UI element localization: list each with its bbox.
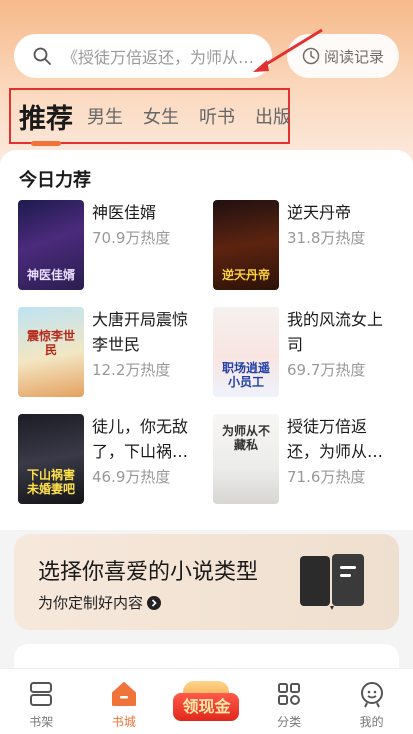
- book-heat: 69.7万热度: [287, 361, 366, 379]
- tab-recommend[interactable]: 推荐: [19, 97, 73, 146]
- book-cover: 职场逍遥小员工: [213, 307, 279, 397]
- nav-cash-reward[interactable]: 领现金: [165, 669, 248, 734]
- nav-profile[interactable]: 我的: [330, 669, 413, 734]
- book-item[interactable]: 震惊李世民 大唐开局震惊李世民 12.2万热度: [18, 307, 197, 397]
- home-icon: [111, 682, 136, 706]
- nav-label: 我的: [359, 715, 384, 729]
- category-icon: [278, 683, 301, 705]
- nav-bookstore[interactable]: 书城: [83, 669, 166, 734]
- book-title: 神医佳婿: [92, 203, 157, 222]
- book-heat: 70.9万热度: [92, 229, 171, 247]
- nav-bookshelf[interactable]: 书架: [0, 669, 83, 734]
- cover-text: 逆天丹帝: [221, 268, 270, 282]
- search-placeholder: 《授徒万倍返还，为师从不藏私》: [62, 48, 262, 67]
- arrow-right-icon: [147, 595, 162, 610]
- book-item[interactable]: 下山祸害未婚妻吧 徒儿，你无敌了，下山祸害… 46.9万热度: [18, 414, 197, 504]
- book-cover: 震惊李世民: [18, 307, 84, 397]
- section-title: 今日力荐: [19, 170, 91, 191]
- nav-label: 分类: [277, 715, 302, 729]
- book-heat: 12.2万热度: [92, 361, 171, 379]
- search-bar[interactable]: 《授徒万倍返还，为师从不藏私》: [14, 34, 272, 78]
- book-title: 我的风流女上司: [287, 310, 384, 354]
- profile-icon: [360, 682, 383, 708]
- book-item[interactable]: 神医佳婿 神医佳婿 70.9万热度: [18, 200, 197, 290]
- book-item[interactable]: 为师从不藏私 授徒万倍返还，为师从不… 71.6万热度: [213, 414, 392, 504]
- banner-subtitle: 为你定制好内容: [38, 592, 162, 613]
- book-item[interactable]: 职场逍遥小员工 我的风流女上司 69.7万热度: [213, 307, 392, 397]
- tab-published[interactable]: 出版: [255, 103, 291, 129]
- book-cover: 神医佳婿: [18, 200, 84, 290]
- book-cover: 逆天丹帝: [213, 200, 279, 290]
- book-title: 大唐开局震惊李世民: [92, 310, 189, 354]
- search-icon: [33, 47, 51, 65]
- reading-history-button[interactable]: 阅读记录: [287, 34, 399, 78]
- banner-subtitle-text: 为你定制好内容: [38, 594, 144, 612]
- channel-tabs: 推荐 男生 女生 听书 出版: [9, 88, 291, 146]
- book-cover: 下山祸害未婚妻吧: [18, 414, 84, 504]
- open-book-icon: [300, 554, 364, 610]
- book-title: 逆天丹帝: [287, 203, 352, 222]
- nav-label: 书城: [111, 715, 136, 729]
- reward-icon: 领现金: [171, 681, 241, 721]
- book-title: 徒儿，你无敌了，下山祸害…: [92, 417, 189, 461]
- bottom-nav: 书架 书城 领现金 分类 我的: [0, 668, 413, 734]
- book-title: 授徒万倍返还，为师从不…: [287, 417, 368, 461]
- genre-preference-banner[interactable]: 选择你喜爱的小说类型 为你定制好内容: [14, 534, 399, 630]
- bookshelf-icon: [30, 682, 53, 706]
- cover-text: 为师从不藏私: [221, 424, 270, 452]
- recommend-section: 今日力荐 神医佳婿 神医佳婿 70.9万热度 逆天丹帝 逆天丹帝 31.8万热度…: [0, 150, 413, 530]
- tab-female[interactable]: 女生: [143, 103, 179, 129]
- book-heat: 71.6万热度: [287, 468, 366, 486]
- book-item[interactable]: 逆天丹帝 逆天丹帝 31.8万热度: [213, 200, 392, 290]
- cover-text: 震惊李世民: [26, 329, 75, 357]
- nav-label: 书架: [29, 715, 54, 729]
- banner-title: 选择你喜爱的小说类型: [38, 560, 259, 585]
- cover-text: 下山祸害未婚妻吧: [26, 468, 75, 496]
- cover-text: 神医佳婿: [26, 268, 75, 282]
- clock-icon: [302, 47, 320, 65]
- cover-text: 职场逍遥小员工: [221, 361, 270, 389]
- reading-history-label: 阅读记录: [323, 47, 384, 66]
- book-heat: 31.8万热度: [287, 229, 366, 247]
- book-heat: 46.9万热度: [92, 468, 171, 486]
- nav-category[interactable]: 分类: [248, 669, 331, 734]
- book-cover: 为师从不藏私: [213, 414, 279, 504]
- reward-label: 领现金: [173, 693, 240, 721]
- tab-male[interactable]: 男生: [87, 103, 123, 129]
- tab-audiobook[interactable]: 听书: [199, 103, 235, 129]
